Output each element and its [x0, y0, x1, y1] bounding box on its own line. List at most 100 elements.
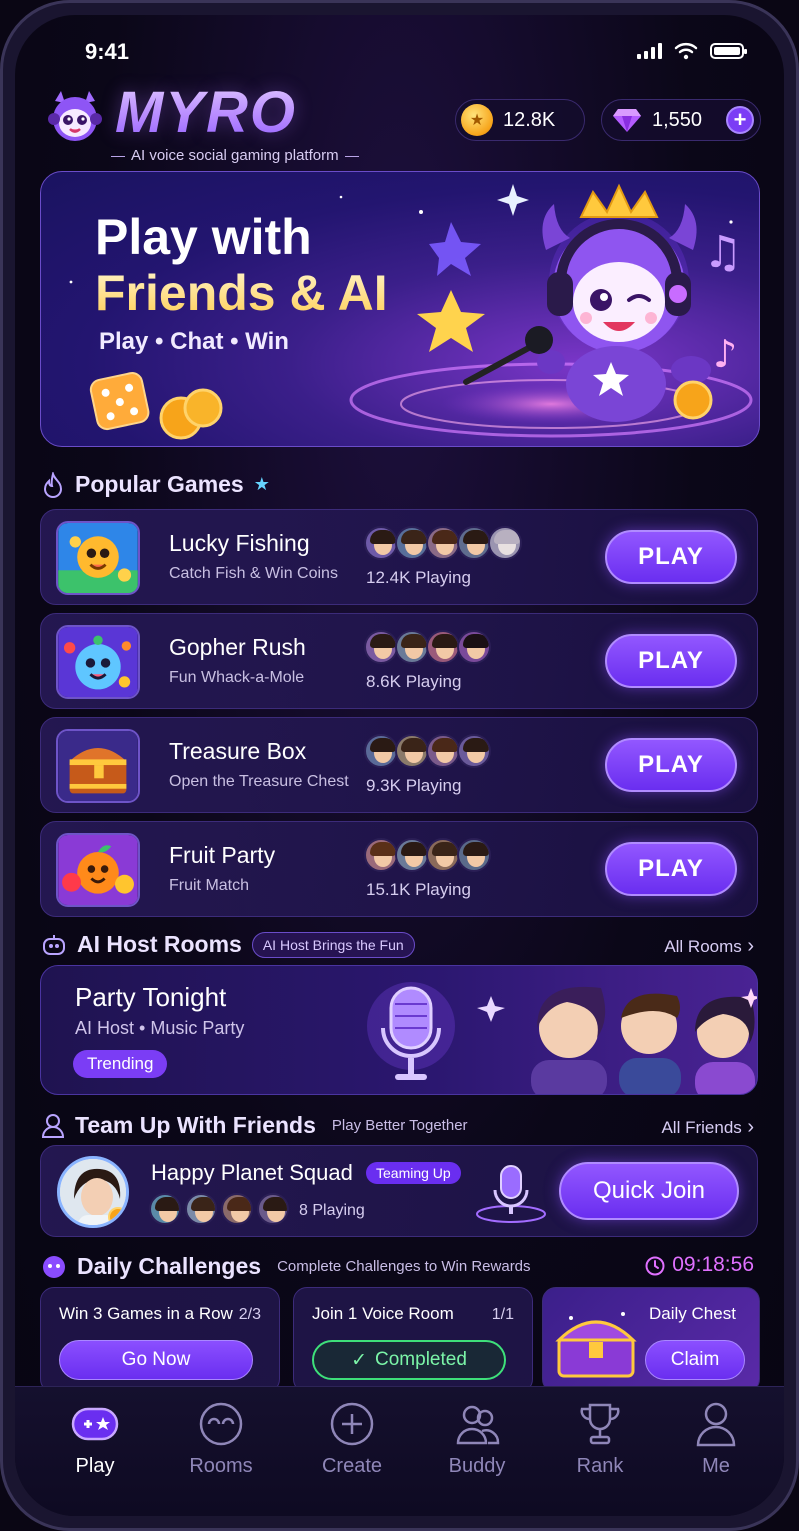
avatar — [457, 526, 491, 560]
squad-playing-count: 8 Playing — [299, 1202, 365, 1219]
popular-games-header: Popular Games ★ — [41, 471, 270, 498]
hero-banner[interactable]: ♫ ♪ Play with Friends & AI Play • Chat •… — [40, 171, 760, 447]
sparkle-icon: ★ — [253, 474, 270, 494]
room-subtitle: AI Host • Music Party — [75, 1018, 245, 1038]
daily-chest-card[interactable]: Daily Chest Claim — [542, 1287, 760, 1393]
go-now-button[interactable]: Go Now — [59, 1340, 253, 1380]
avatar — [185, 1193, 217, 1225]
playing-count: 9.3K Playing — [366, 776, 462, 795]
teaming-up-badge: Teaming Up — [366, 1162, 461, 1184]
gem-icon — [613, 109, 641, 132]
avatar — [395, 526, 429, 560]
game-desc: Catch Fish & Win Coins — [169, 565, 338, 582]
avatar — [364, 526, 398, 560]
avatar — [149, 1193, 181, 1225]
challenge-text: Win 3 Games in a Row — [59, 1304, 233, 1323]
claim-button[interactable]: Claim — [645, 1340, 745, 1380]
nav-me[interactable]: Me — [666, 1401, 766, 1478]
daily-challenges-title: Daily Challenges — [77, 1253, 262, 1279]
ai-rooms-header: AI Host Rooms AI Host Brings the Fun — [41, 931, 415, 958]
profile-icon — [696, 1402, 736, 1447]
team-up-subtitle: Play Better Together — [331, 1117, 468, 1134]
daily-challenges-subtitle: Complete Challenges to Win Rewards — [277, 1258, 531, 1275]
avatar — [364, 630, 398, 664]
play-button[interactable]: PLAY — [605, 842, 737, 896]
squad-name: Happy Planet Squad — [151, 1160, 353, 1185]
add-gems-button[interactable]: + — [726, 106, 754, 134]
nav-buddy[interactable]: Buddy — [427, 1401, 527, 1478]
ai-rooms-title: AI Host Rooms — [77, 931, 242, 957]
rooms-icon — [199, 1402, 243, 1446]
avatar — [457, 630, 491, 664]
challenge-progress: 1/1 — [491, 1306, 514, 1323]
popular-games-title: Popular Games — [75, 471, 244, 497]
brand-name: MYRO — [115, 80, 297, 145]
nav-play[interactable]: Play — [45, 1401, 145, 1478]
battery-icon — [710, 43, 747, 59]
hero-subtitle: Play • Chat • Win — [99, 328, 289, 355]
completed-label: Completed — [375, 1349, 467, 1370]
avatar — [257, 1193, 289, 1225]
coin-balance[interactable]: ★ 12.8K — [455, 99, 585, 141]
playing-count: 12.4K Playing — [366, 568, 471, 587]
nav-label: Play — [75, 1455, 115, 1477]
nav-label: Me — [702, 1455, 730, 1477]
nav-rank[interactable]: Rank — [550, 1401, 650, 1478]
playing-count: 15.1K Playing — [366, 880, 471, 899]
check-icon: ✓ — [351, 1349, 368, 1371]
play-button[interactable]: PLAY — [605, 634, 737, 688]
completed-status: ✓ Completed — [312, 1340, 506, 1380]
gem-value: 1,550 — [652, 108, 703, 131]
game-card-gopher-rush[interactable]: Gopher Rush Fun Whack-a-Mole 8.6K Playin… — [40, 613, 758, 709]
hero-title-line2: Friends & AI — [95, 265, 388, 321]
game-card-treasure-box[interactable]: Treasure Box Open the Treasure Chest 9.3… — [40, 717, 758, 813]
hero-title-line1: Play with — [95, 209, 312, 265]
challenge-progress: 2/3 — [238, 1306, 261, 1323]
trophy-icon — [580, 1403, 620, 1445]
play-button[interactable]: PLAY — [605, 738, 737, 792]
game-card-lucky-fishing[interactable]: Lucky Fishing Catch Fish & Win Coins 12.… — [40, 509, 758, 605]
signal-icon — [637, 43, 662, 59]
microphone-icon — [476, 1165, 546, 1223]
timer-value: 09:18:56 — [672, 1253, 754, 1276]
daily-challenges-header: Daily Challenges Complete Challenges to … — [41, 1253, 531, 1280]
wifi-icon — [674, 43, 698, 60]
avatar — [426, 838, 460, 872]
avatar — [457, 838, 491, 872]
game-desc: Fun Whack-a-Mole — [169, 669, 305, 686]
all-rooms-link[interactable]: All Rooms — [664, 935, 754, 958]
all-friends-link[interactable]: All Friends — [661, 1116, 754, 1139]
coin-icon: ★ — [461, 104, 493, 136]
avatar — [488, 526, 522, 560]
playing-count: 8.6K Playing — [366, 672, 462, 691]
nav-rooms[interactable]: Rooms — [171, 1401, 271, 1478]
flame-icon — [43, 471, 63, 498]
player-avatars — [364, 734, 491, 768]
game-name: Fruit Party — [169, 842, 276, 868]
player-avatars — [364, 630, 491, 664]
player-avatars — [364, 838, 491, 872]
nav-label: Create — [321, 1455, 383, 1477]
chest-label: Daily Chest — [649, 1304, 736, 1323]
party-room-card[interactable]: Party Tonight AI Host • Music Party Tren… — [40, 965, 758, 1095]
play-button[interactable]: PLAY — [605, 530, 737, 584]
avatar — [426, 526, 460, 560]
bottom-nav: Play Rooms Create Buddy Rank Me — [15, 1386, 784, 1516]
quick-join-button[interactable]: Quick Join — [559, 1162, 739, 1220]
avatar — [395, 630, 429, 664]
squad-card[interactable]: Happy Planet Squad Teaming Up 8 Playing … — [40, 1145, 758, 1237]
phone-frame: 9:41 MYRO AI voice social gaming platfor… — [0, 0, 799, 1531]
plus-circle-icon — [330, 1402, 374, 1446]
game-card-fruit-party[interactable]: Fruit Party Fruit Match 15.1K Playing PL… — [40, 821, 758, 917]
nav-create[interactable]: Create — [302, 1401, 402, 1478]
room-illustration — [367, 982, 757, 1094]
challenge-timer: 09:18:56 — [644, 1253, 754, 1277]
room-title: Party Tonight — [75, 982, 227, 1012]
avatar — [426, 630, 460, 664]
brand-logo: MYRO AI voice social gaming platform — [45, 80, 375, 171]
challenge-card-win-games: Win 3 Games in a Row 2/3 Go Now — [40, 1287, 280, 1393]
squad-member-avatars — [149, 1193, 293, 1225]
gamepad-icon — [71, 1407, 119, 1441]
svg-text:♪: ♪ — [713, 332, 737, 376]
screen: 9:41 MYRO AI voice social gaming platfor… — [15, 15, 784, 1516]
